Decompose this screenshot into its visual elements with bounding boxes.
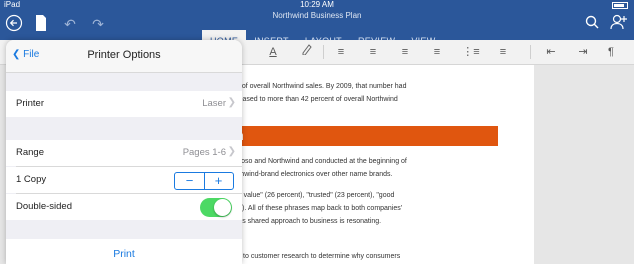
pilcrow-icon: ¶ [608, 46, 614, 58]
page-gutter [534, 65, 634, 264]
range-value: Pages 1-6 [182, 147, 226, 158]
double-sided-label: Double-sided [16, 201, 72, 212]
justify-icon[interactable]: ≡ [426, 43, 448, 61]
copies-label: 1 Copy [16, 174, 47, 185]
panel-nav-bar: ❮ File Printer Options [6, 40, 242, 73]
redo-icon[interactable]: ↷ [88, 14, 108, 34]
align-right-icon[interactable]: ≡ [394, 43, 416, 61]
double-sided-row: Double-sided [6, 194, 242, 220]
printer-row[interactable]: Printer Laser ❯ [6, 91, 242, 117]
status-bar: iPad 10:29 AM [0, 0, 634, 10]
increment-button[interactable]: + [204, 173, 233, 189]
search-icon[interactable] [582, 14, 602, 34]
decrease-indent-icon[interactable]: ⇤ [540, 43, 562, 61]
ribbon-divider [323, 45, 324, 59]
font-color-glyph: A [269, 46, 277, 58]
range-row[interactable]: Range Pages 1-6 ❯ [6, 140, 242, 166]
title-bar: Northwind Business Plan ↶ ↷ HOME INSERT … [0, 10, 634, 50]
font-color-button[interactable]: A [262, 43, 284, 61]
double-sided-toggle[interactable] [200, 198, 232, 217]
align-center-icon[interactable]: ≡ [362, 43, 384, 61]
highlight-button[interactable] [296, 43, 318, 61]
panel-title: Printer Options [87, 49, 161, 61]
toggle-knob [214, 199, 231, 216]
battery-icon [612, 2, 628, 9]
increase-indent-icon[interactable]: ⇥ [572, 43, 594, 61]
file-icon[interactable] [32, 14, 50, 37]
copies-row: 1 Copy − + [6, 167, 242, 193]
back-icon[interactable] [4, 14, 24, 37]
status-time: 10:29 AM [300, 0, 334, 9]
bullets-icon[interactable]: ⋮≡ [460, 43, 482, 61]
copies-stepper: − + [174, 172, 234, 190]
printer-label: Printer [16, 98, 44, 109]
range-label: Range [16, 147, 44, 158]
print-button[interactable]: Print [6, 248, 242, 260]
chevron-right-icon: ❯ [227, 146, 236, 157]
chevron-right-icon: ❯ [227, 97, 236, 108]
align-left-icon[interactable]: ≡ [330, 43, 352, 61]
paragraph-marks-button[interactable]: ¶ [600, 43, 622, 61]
share-person-icon[interactable] [608, 14, 630, 35]
decrement-button[interactable]: − [175, 173, 205, 189]
undo-icon[interactable]: ↶ [60, 14, 80, 34]
numbering-icon[interactable]: ≡ [492, 43, 514, 61]
printer-value: Laser [202, 98, 226, 109]
ribbon-divider [530, 45, 531, 59]
printer-options-panel: ❮ File Printer Options Printer Laser ❯ R… [6, 40, 242, 264]
